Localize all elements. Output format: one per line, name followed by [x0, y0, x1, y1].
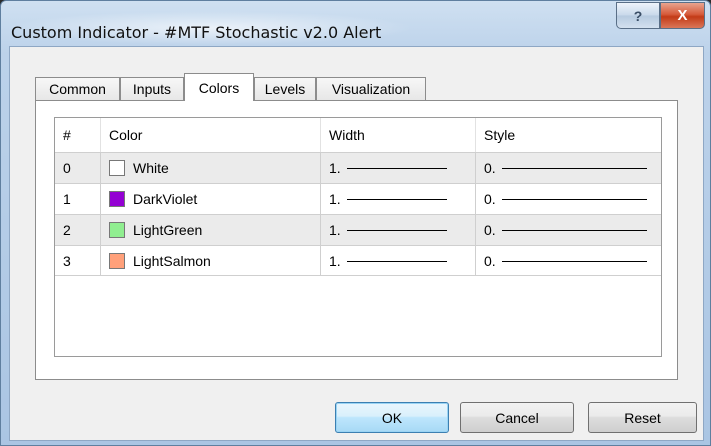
- width-value: 1.: [329, 191, 341, 207]
- table-row[interactable]: 0 White 1. 0.: [55, 152, 661, 183]
- cancel-button[interactable]: Cancel: [460, 402, 574, 433]
- colors-table: # Color Width Style 0 White 1. 0. 1 Dark…: [54, 117, 662, 357]
- style-value: 0.: [484, 191, 496, 207]
- width-value: 1.: [329, 160, 341, 176]
- style-cell[interactable]: 0.: [476, 153, 661, 183]
- line-sample: [501, 260, 647, 262]
- color-swatch: [109, 222, 125, 238]
- color-name: White: [133, 160, 169, 176]
- style-cell[interactable]: 0.: [476, 184, 661, 214]
- header-style: Style: [484, 127, 516, 143]
- help-button[interactable]: ?: [616, 2, 660, 29]
- header-index: #: [55, 118, 101, 152]
- window-title: Custom Indicator - #MTF Stochastic v2.0 …: [11, 23, 382, 42]
- ok-button[interactable]: OK: [335, 402, 449, 433]
- line-sample: [346, 198, 447, 200]
- color-cell[interactable]: LightGreen: [101, 215, 321, 245]
- line-sample: [346, 167, 447, 169]
- tab-colors[interactable]: Colors: [184, 73, 254, 101]
- tab-levels[interactable]: Levels: [254, 77, 316, 100]
- style-value: 0.: [484, 222, 496, 238]
- row-index: 3: [55, 246, 101, 276]
- tab-visualization[interactable]: Visualization: [316, 77, 426, 100]
- line-sample: [346, 260, 447, 262]
- line-sample: [501, 167, 647, 169]
- row-index: 2: [55, 215, 101, 245]
- close-icon: X: [677, 7, 688, 24]
- width-value: 1.: [329, 253, 341, 269]
- table-row[interactable]: 2 LightGreen 1. 0.: [55, 214, 661, 245]
- indicator-dialog: Custom Indicator - #MTF Stochastic v2.0 …: [0, 0, 711, 446]
- style-value: 0.: [484, 160, 496, 176]
- color-swatch: [109, 253, 125, 269]
- color-name: DarkViolet: [133, 191, 198, 207]
- row-index: 1: [55, 184, 101, 214]
- width-cell[interactable]: 1.: [321, 215, 476, 245]
- header-color: Color: [101, 118, 321, 152]
- width-value: 1.: [329, 222, 341, 238]
- color-name: LightSalmon: [133, 253, 211, 269]
- title-bar[interactable]: Custom Indicator - #MTF Stochastic v2.0 …: [1, 1, 710, 45]
- line-sample: [501, 198, 647, 200]
- close-button[interactable]: X: [660, 2, 705, 29]
- color-name: LightGreen: [133, 222, 203, 238]
- color-swatch: [109, 191, 125, 207]
- style-cell[interactable]: 0.: [476, 246, 661, 276]
- color-cell[interactable]: DarkViolet: [101, 184, 321, 214]
- line-sample: [501, 229, 647, 231]
- table-row[interactable]: 3 LightSalmon 1. 0.: [55, 245, 661, 276]
- row-index: 0: [55, 153, 101, 183]
- width-cell[interactable]: 1.: [321, 153, 476, 183]
- width-cell[interactable]: 1.: [321, 246, 476, 276]
- tab-common[interactable]: Common: [35, 77, 120, 100]
- style-value: 0.: [484, 253, 496, 269]
- table-header: # Color Width Style: [55, 118, 661, 152]
- color-cell[interactable]: White: [101, 153, 321, 183]
- color-cell[interactable]: LightSalmon: [101, 246, 321, 276]
- style-cell[interactable]: 0.: [476, 215, 661, 245]
- table-row[interactable]: 1 DarkViolet 1. 0.: [55, 183, 661, 214]
- color-swatch: [109, 160, 125, 176]
- help-icon: ?: [633, 7, 643, 24]
- header-width: Width: [321, 118, 476, 152]
- colors-panel: # Color Width Style 0 White 1. 0. 1 Dark…: [35, 100, 678, 380]
- width-cell[interactable]: 1.: [321, 184, 476, 214]
- tab-inputs[interactable]: Inputs: [120, 77, 184, 100]
- line-sample: [346, 229, 447, 231]
- reset-button[interactable]: Reset: [588, 402, 697, 433]
- dialog-body: Common Inputs Colors Levels Visualizatio…: [9, 46, 704, 441]
